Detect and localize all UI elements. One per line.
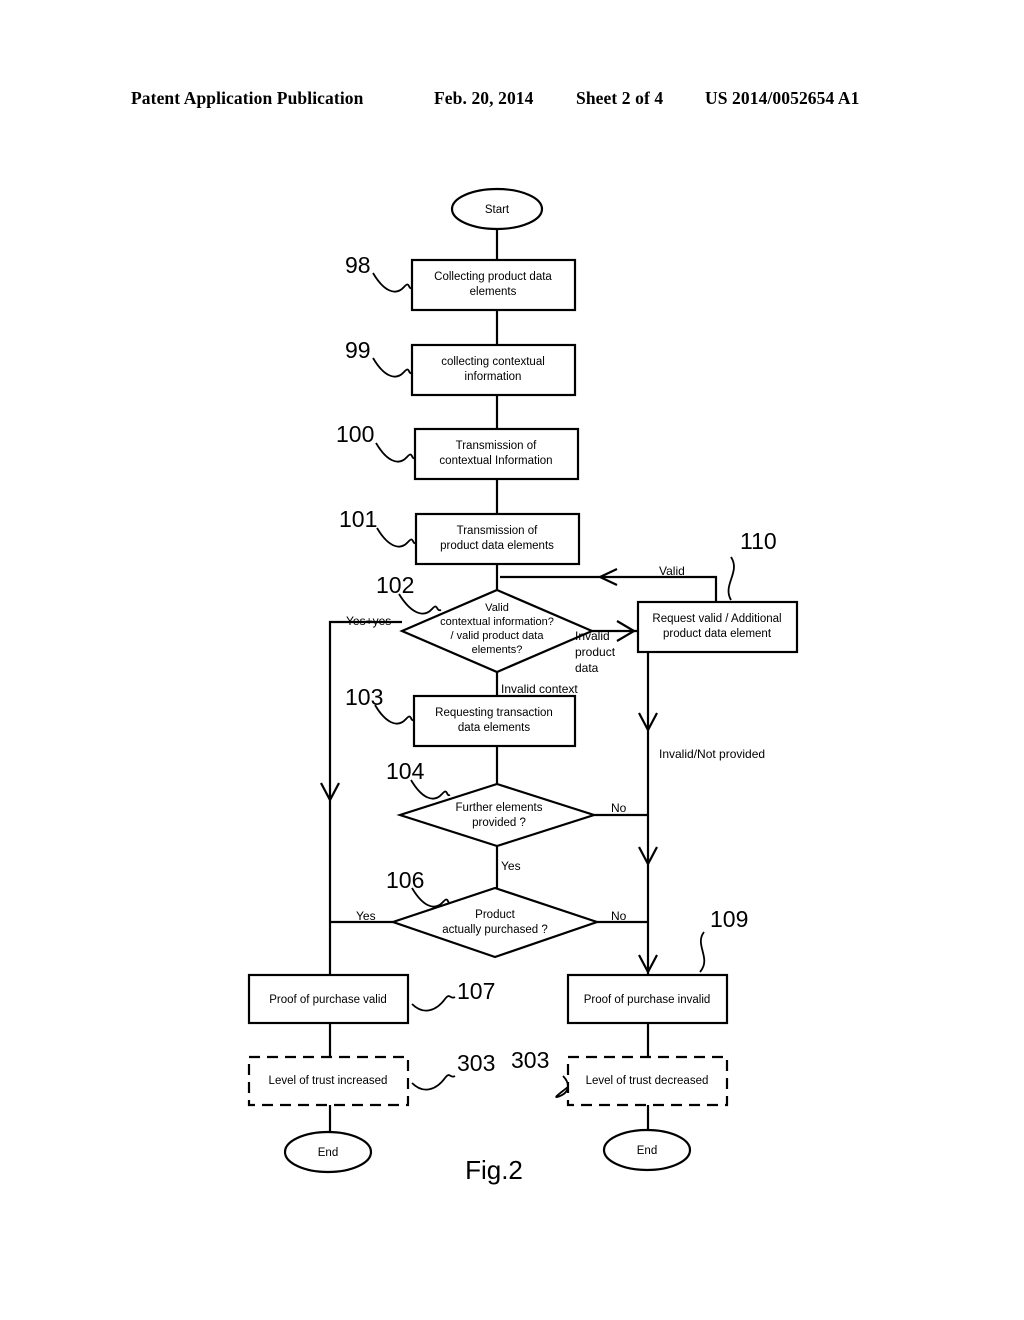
box-100 bbox=[413, 427, 580, 481]
node-106-product-actually-purchased-decision: Product actually purchased ? 106 bbox=[386, 867, 601, 959]
box-98-label-line2: elements bbox=[470, 286, 517, 298]
leader-110 bbox=[727, 556, 735, 601]
diamond-106-label-line1: Product bbox=[475, 909, 515, 921]
box-100-label-line1: Transmission of bbox=[456, 440, 538, 452]
ref-99: 99 bbox=[345, 337, 371, 363]
box-99-label-line2: information bbox=[465, 371, 522, 383]
node-100-transmission-contextual-information: Transmission of contextual Information 1… bbox=[336, 421, 580, 481]
edge-102-yesyes-trunk bbox=[328, 620, 402, 1000]
box-98 bbox=[410, 258, 577, 312]
box-103-label-line2: data elements bbox=[458, 722, 530, 734]
flowchart-figure: Start Collecting product data elements 9… bbox=[247, 187, 799, 1185]
node-104-further-elements-provided-decision: Further elements provided ? 104 bbox=[386, 758, 598, 848]
end-left-label: End bbox=[318, 1147, 338, 1159]
box-98-label-line1: Collecting product data bbox=[434, 271, 552, 283]
diamond-106 bbox=[389, 886, 601, 959]
figure-caption: Fig.2 bbox=[465, 1155, 523, 1185]
edge-label-yes-106: Yes bbox=[356, 909, 376, 923]
ref-102: 102 bbox=[376, 572, 414, 598]
ref-109: 109 bbox=[710, 906, 748, 932]
box-100-label-line2: contextual Information bbox=[439, 455, 552, 467]
box-107-label: Proof of purchase valid bbox=[269, 994, 387, 1006]
diamond-104 bbox=[396, 782, 598, 848]
leader-101 bbox=[376, 527, 417, 548]
node-start: Start bbox=[450, 187, 544, 231]
node-end-right: End bbox=[602, 1128, 692, 1172]
diamond-106-label-line2: actually purchased ? bbox=[442, 924, 547, 936]
diamond-102-label-line1: Valid bbox=[485, 602, 509, 614]
edge-label-yes-104: Yes bbox=[501, 859, 521, 873]
edge-label-no-106: No bbox=[611, 909, 627, 923]
node-end-left: End bbox=[283, 1130, 373, 1174]
leader-100 bbox=[375, 442, 416, 463]
box-303-right-label: Level of trust decreased bbox=[586, 1075, 709, 1087]
node-102-valid-contextual-information-decision: Valid contextual information? / valid pr… bbox=[376, 572, 595, 674]
box-110-label-line2: product data element bbox=[663, 628, 772, 640]
start-label: Start bbox=[485, 204, 510, 216]
edge-label-invalid-not-provided: Invalid/Not provided bbox=[659, 747, 765, 761]
node-303-level-of-trust-decreased: Level of trust decreased 303 bbox=[511, 1047, 729, 1107]
ref-110: 110 bbox=[740, 528, 777, 554]
ref-106: 106 bbox=[386, 867, 424, 893]
box-99-label-line1: collecting contextual bbox=[441, 356, 545, 368]
leader-99 bbox=[372, 357, 413, 378]
box-110-label-line1: Request valid / Additional bbox=[652, 613, 781, 625]
diamond-104-label-line2: provided ? bbox=[472, 817, 526, 829]
box-101 bbox=[414, 512, 581, 566]
leader-109 bbox=[699, 931, 706, 973]
edge-label-yes-plus-yes: Yes+yes bbox=[346, 614, 391, 628]
edge-label-valid: Valid bbox=[659, 564, 685, 578]
node-110-request-valid-additional-product-data-element: Request valid / Additional product data … bbox=[636, 528, 799, 654]
end-right-label: End bbox=[637, 1145, 657, 1157]
ref-303-left: 303 bbox=[457, 1050, 495, 1076]
ref-98: 98 bbox=[345, 252, 371, 278]
node-303-level-of-trust-increased: Level of trust increased 303 bbox=[247, 1050, 495, 1107]
ref-100: 100 bbox=[336, 421, 374, 447]
diamond-104-label-line1: Further elements bbox=[456, 802, 543, 814]
edge-label-no-104: No bbox=[611, 801, 627, 815]
ref-303-right: 303 bbox=[511, 1047, 549, 1073]
edge-label-invalid-context: Invalid context bbox=[501, 682, 578, 696]
leader-98 bbox=[372, 272, 413, 293]
edge-label-invalid-product-data-line2: product bbox=[575, 645, 616, 659]
box-101-label-line2: product data elements bbox=[440, 540, 554, 552]
edge-label-invalid-product-data-line1: Invalid bbox=[575, 629, 610, 643]
ref-107: 107 bbox=[457, 978, 495, 1004]
box-99 bbox=[410, 343, 577, 397]
leader-303-left bbox=[411, 1074, 456, 1091]
node-107-proof-of-purchase-valid: Proof of purchase valid 107 bbox=[247, 973, 495, 1025]
box-103 bbox=[412, 694, 577, 748]
ref-103: 103 bbox=[345, 684, 383, 710]
ref-101: 101 bbox=[339, 506, 377, 532]
box-303-left-label: Level of trust increased bbox=[269, 1075, 388, 1087]
leader-107 bbox=[411, 995, 456, 1012]
edge-label-invalid-product-data-line3: data bbox=[575, 661, 599, 675]
box-109-label: Proof of purchase invalid bbox=[584, 994, 711, 1006]
diamond-102-label-line4: elements? bbox=[472, 644, 523, 656]
box-110 bbox=[636, 600, 799, 654]
box-101-label-line1: Transmission of bbox=[457, 525, 539, 537]
diamond-102-label-line2: contextual information? bbox=[440, 616, 554, 628]
diamond-102-label-line3: / valid product data bbox=[451, 630, 545, 642]
ref-104: 104 bbox=[386, 758, 425, 784]
node-101-transmission-product-data-elements: Transmission of product data elements 10… bbox=[339, 506, 581, 566]
box-103-label-line1: Requesting transaction bbox=[435, 707, 553, 719]
